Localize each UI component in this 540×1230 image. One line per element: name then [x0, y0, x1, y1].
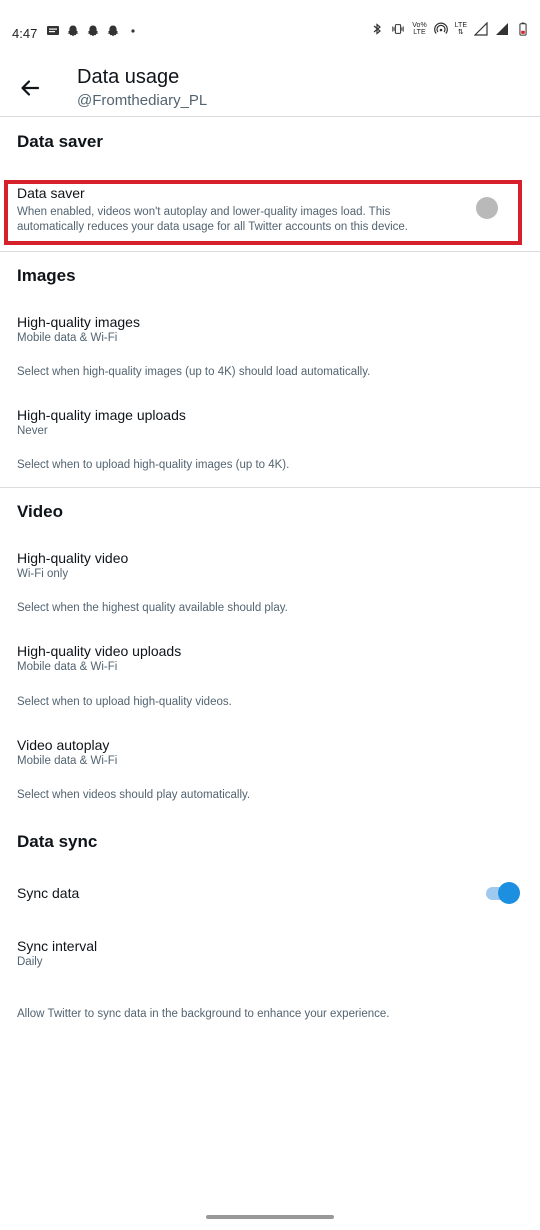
snapchat-icon [107, 25, 119, 37]
setting-value: Daily [17, 956, 43, 968]
setting-help-text: Select when high-quality images (up to 4… [17, 366, 371, 378]
setting-title: Video autoplay [17, 737, 110, 753]
setting-value: Mobile data & Wi-Fi [17, 661, 118, 673]
setting-help-text: Select when videos should play automatic… [17, 789, 251, 801]
setting-sync-interval[interactable]: Sync interval Daily [17, 938, 523, 970]
app-bar: Data usage @Fromthediary_PL [0, 64, 540, 116]
setting-help-text: Allow Twitter to sync data in the backgr… [17, 1008, 390, 1020]
setting-value: Never [17, 425, 48, 437]
data-saver-description: When enabled, videos won't autoplay and … [17, 206, 408, 233]
setting-value: Mobile data & Wi-Fi [17, 332, 118, 344]
status-time: 4:47 [12, 26, 38, 41]
setting-high-quality-image-uploads[interactable]: High-quality image uploads Never [17, 407, 523, 439]
vibrate-icon [392, 24, 404, 34]
page-title: Data usage [77, 66, 180, 88]
setting-high-quality-images[interactable]: High-quality images Mobile data & Wi-Fi [17, 314, 523, 346]
arrow-left-icon [21, 80, 40, 96]
signal-icon [474, 22, 488, 36]
divider [0, 251, 540, 252]
message-icon [47, 26, 59, 35]
status-bar: 4:47 Vo% LTE LTE ⇅ [0, 0, 540, 64]
data-saver-toggle[interactable] [476, 197, 498, 219]
section-header-data-saver: Data saver [17, 132, 104, 151]
toggle-knob [498, 882, 520, 904]
setting-help-text: Select when to upload high-quality video… [17, 696, 232, 708]
notification-icons [46, 24, 140, 38]
setting-sync-data[interactable]: Sync data [17, 885, 457, 902]
home-indicator[interactable] [206, 1215, 334, 1219]
bluetooth-icon [373, 23, 382, 35]
back-button[interactable] [16, 74, 44, 102]
section-header-video: Video [17, 502, 63, 521]
setting-value: Wi-Fi only [17, 568, 69, 580]
data-saver-title[interactable]: Data saver [17, 185, 85, 201]
section-header-images: Images [17, 266, 76, 285]
lte-indicator: LTE ⇅ [454, 22, 467, 36]
setting-high-quality-video[interactable]: High-quality video Wi-Fi only [17, 550, 523, 582]
hotspot-icon [433, 22, 448, 34]
setting-video-autoplay[interactable]: Video autoplay Mobile data & Wi-Fi [17, 737, 523, 769]
setting-title: Sync data [17, 885, 80, 901]
more-notifications-dot-icon [131, 29, 135, 33]
snapchat-icon [67, 25, 79, 37]
signal-roaming-icon [496, 23, 508, 35]
account-handle: @Fromthediary_PL [77, 92, 208, 109]
battery-icon [519, 22, 527, 36]
setting-help-text: Select when the highest quality availabl… [17, 602, 288, 614]
setting-title: High-quality video [17, 550, 129, 566]
vowifi-indicator: Vo% LTE [412, 22, 427, 36]
setting-title: High-quality image uploads [17, 407, 186, 423]
setting-title: Sync interval [17, 938, 98, 954]
setting-high-quality-video-uploads[interactable]: High-quality video uploads Mobile data &… [17, 643, 523, 675]
divider [0, 487, 540, 488]
system-status-icons: Vo% LTE LTE ⇅ [370, 22, 530, 36]
sync-data-toggle[interactable] [484, 882, 520, 904]
snapchat-icon [87, 25, 99, 37]
setting-value: Mobile data & Wi-Fi [17, 755, 118, 767]
section-header-data-sync: Data sync [17, 832, 98, 851]
setting-title: High-quality images [17, 314, 140, 330]
setting-title: High-quality video uploads [17, 643, 182, 659]
setting-help-text: Select when to upload high-quality image… [17, 459, 290, 471]
divider [0, 116, 540, 117]
